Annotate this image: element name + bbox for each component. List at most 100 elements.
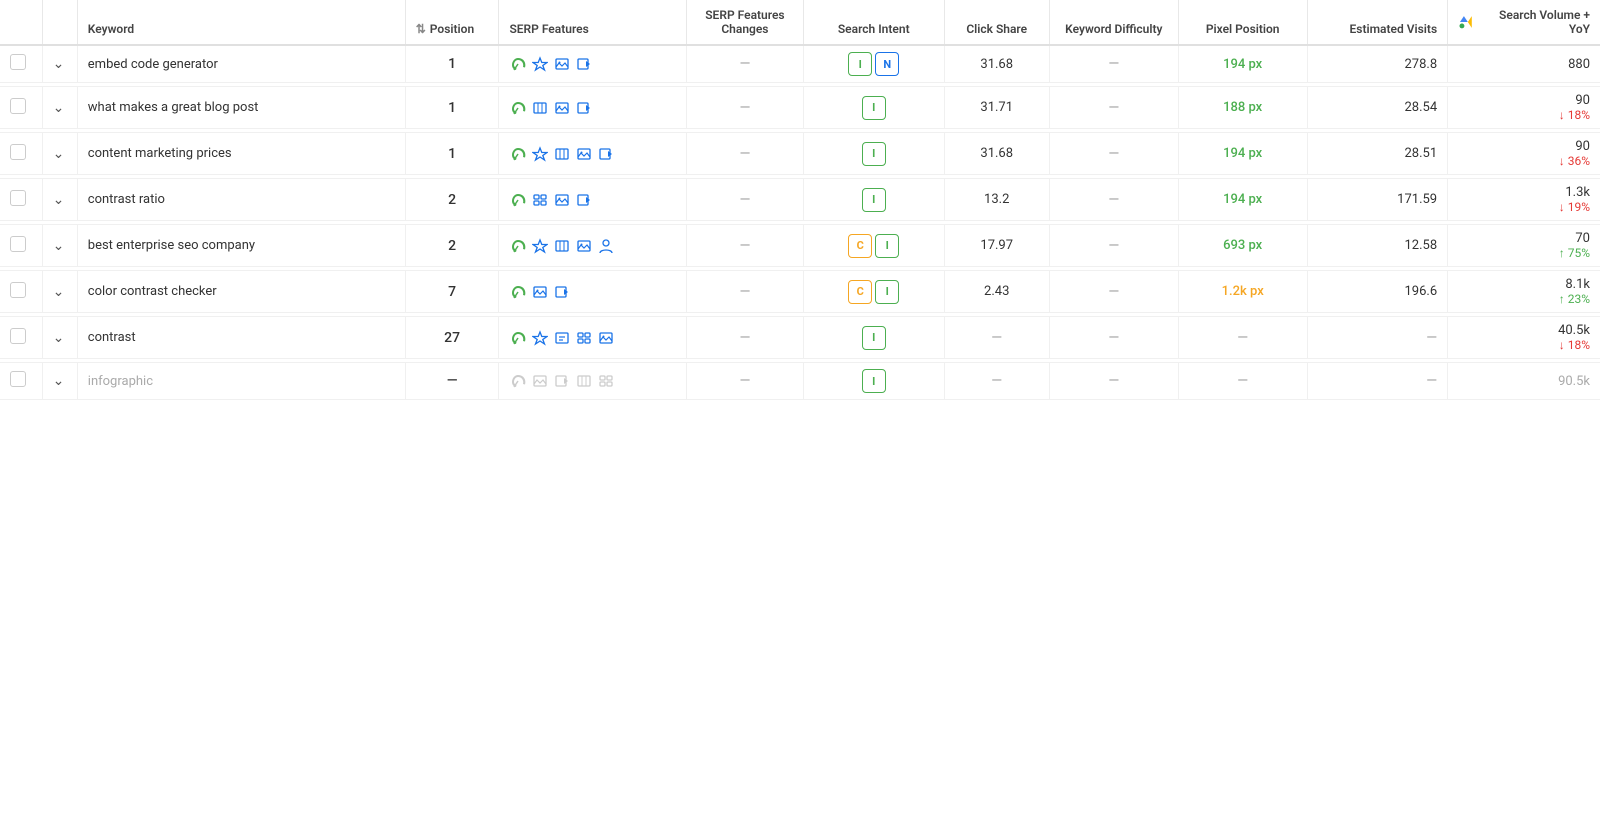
pixel-position-value: 194 px [1223,192,1262,207]
serp-icon [553,99,571,117]
estimated-visits-value: 12.58 [1404,238,1437,253]
intent-badge: I [875,280,899,304]
serp-icon [531,55,549,73]
serp-icon [509,329,527,347]
estimated-visits-value: 196.6 [1404,284,1437,299]
keyword-text: contrast [88,330,136,345]
volume-value: 8.1k [1565,277,1590,292]
serp-features-cell [509,329,675,347]
serp-icon [553,145,571,163]
yoy-value: 75% [1559,246,1590,260]
volume-cell: 1.3k19% [1458,185,1590,214]
position-value: 1 [448,146,456,162]
serp-icon [575,191,593,209]
keyword-text: infographic [88,374,153,389]
table-row: ⌄infographic——I————90.5k [0,363,1600,400]
row-checkbox[interactable] [10,54,26,70]
intent-badge: I [862,142,886,166]
click-share-value: — [991,330,1002,346]
row-checkbox[interactable] [10,190,26,206]
intent-cell: CI [814,280,934,304]
kd-value: — [1108,238,1119,254]
th-search-volume: Search Volume + YoY [1448,0,1600,45]
volume-value: 40.5k [1558,323,1590,338]
th-intent: Search Intent [803,0,944,45]
serp-features-cell [509,145,675,163]
serp-icon [575,329,593,347]
yoy-value: 36% [1559,154,1590,168]
serp-icon [531,329,549,347]
position-value: 7 [448,284,456,300]
intent-badge: I [862,369,886,393]
intent-badge: I [875,234,899,258]
row-expand-chevron[interactable]: ⌄ [53,100,65,116]
intent-cell: IN [814,52,934,76]
row-checkbox[interactable] [10,144,26,160]
volume-cell: 40.5k18% [1458,323,1590,352]
keyword-text: embed code generator [88,57,218,72]
google-ads-icon [1458,14,1474,30]
row-expand-chevron[interactable]: ⌄ [53,284,65,300]
intent-cell: I [814,96,934,120]
intent-cell: CI [814,234,934,258]
volume-cell: 9036% [1458,139,1590,168]
serp-icon [509,191,527,209]
serp-icon [553,191,571,209]
serp-features-cell [509,372,675,390]
position-value: 1 [448,56,456,72]
serp-icon [553,237,571,255]
serp-changes-value: — [739,56,750,72]
row-expand-chevron[interactable]: ⌄ [53,56,65,72]
table-row: ⌄best enterprise seo company2—CI17.97—69… [0,225,1600,267]
row-expand-chevron[interactable]: ⌄ [53,146,65,162]
volume-cell: 8.1k23% [1458,277,1590,306]
serp-icon [509,55,527,73]
volume-cell: 90.5k [1458,374,1590,389]
th-position[interactable]: ⇅ Position [405,0,499,45]
row-expand-chevron[interactable]: ⌄ [53,373,65,389]
serp-changes-value: — [739,192,750,208]
keyword-text: what makes a great blog post [88,100,259,115]
keyword-text: contrast ratio [88,192,165,207]
serp-icon [597,329,615,347]
row-expand-chevron[interactable]: ⌄ [53,238,65,254]
row-expand-chevron[interactable]: ⌄ [53,330,65,346]
kd-value: — [1108,100,1119,116]
serp-icon [553,329,571,347]
serp-icon [553,372,571,390]
row-checkbox[interactable] [10,98,26,114]
volume-value: 90 [1575,93,1590,108]
estimated-visits-value: 278.8 [1404,57,1437,72]
intent-cell: I [814,326,934,350]
row-checkbox[interactable] [10,328,26,344]
serp-icon [597,237,615,255]
intent-badge: C [848,234,872,258]
intent-cell: I [814,142,934,166]
serp-features-cell [509,191,675,209]
serp-icon [553,55,571,73]
serp-icon [597,372,615,390]
serp-icon [531,145,549,163]
pixel-position-value: 194 px [1223,146,1262,161]
keyword-text: color contrast checker [88,284,217,299]
serp-changes-value: — [739,330,750,346]
th-expand [42,0,77,45]
serp-icon [531,372,549,390]
intent-badge: I [862,188,886,212]
th-estimated-visits: Estimated Visits [1307,0,1448,45]
click-share-value: 13.2 [984,192,1009,207]
pixel-position-value: — [1237,373,1248,389]
row-checkbox[interactable] [10,236,26,252]
serp-changes-value: — [739,373,750,389]
estimated-visits-value: — [1426,330,1437,346]
kd-value: — [1108,192,1119,208]
click-share-value: 2.43 [984,284,1009,299]
table-row: ⌄color contrast checker7—CI2.43—1.2k px1… [0,271,1600,313]
pixel-position-value: — [1237,330,1248,346]
serp-changes-value: — [739,146,750,162]
row-expand-chevron[interactable]: ⌄ [53,192,65,208]
table-row: ⌄contrast ratio2—I13.2—194 px171.591.3k1… [0,179,1600,221]
serp-icon [509,372,527,390]
row-checkbox[interactable] [10,282,26,298]
row-checkbox[interactable] [10,371,26,387]
